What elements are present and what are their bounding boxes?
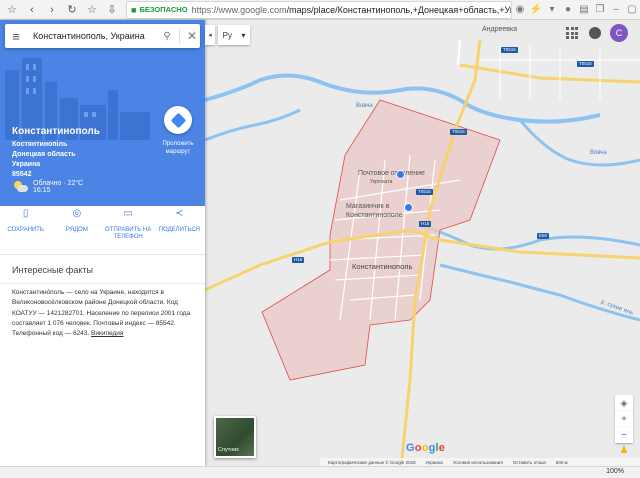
zoom-level[interactable]: 100% [606, 468, 624, 475]
bookmarks-icon[interactable]: ☆ [4, 2, 20, 18]
action-row: ▯ СОХРАНИТЬ ◎ РЯДОМ ▭ ОТПРАВИТЬ НА ТЕЛЕФ… [0, 208, 205, 255]
partly-cloudy-icon [12, 181, 28, 193]
scale-bar[interactable]: 500 м [556, 460, 568, 465]
zoom-out-button[interactable]: − [615, 427, 633, 443]
extension-icon[interactable]: ◉ [512, 4, 528, 15]
pegman-icon: ♟ [619, 444, 629, 456]
country-link[interactable]: Украина [426, 460, 443, 465]
share-icon: ≺ [175, 208, 184, 219]
star-icon[interactable]: ☆ [84, 2, 100, 18]
directions-icon [170, 112, 186, 128]
map-label-andreevka[interactable]: Андреевка [482, 26, 517, 33]
address-line: Украина [12, 161, 41, 168]
facts-heading: Интересные факты [12, 265, 93, 275]
search-input[interactable] [31, 30, 163, 42]
search-divider [179, 29, 180, 43]
local-time: 16:15 [33, 187, 51, 194]
browser-toolbar: ☆ ‹ › ↻ ☆ ⇩ ■ БЕЗОПАСНО https://www.goog… [0, 0, 640, 20]
sidebar-icon[interactable]: ▤ [576, 4, 592, 15]
lightning-icon[interactable]: ⚡ [528, 4, 544, 15]
search-box: ≡ ⚲ ✕ [5, 24, 200, 48]
map-label-shop-line2[interactable]: Константинополе [346, 212, 403, 219]
directions-button[interactable] [164, 106, 192, 134]
chevron-down-icon: ▾ [241, 30, 246, 40]
bookmark-icon: ▯ [22, 208, 29, 219]
place-title: Константинополь [12, 126, 100, 137]
language-label: Ру [222, 30, 232, 40]
search-icon[interactable]: ⚲ [159, 31, 175, 42]
minus-icon: − [621, 429, 627, 441]
address-bar[interactable]: ■ БЕЗОПАСНО https://www.google.com/maps/… [126, 0, 512, 19]
shop-pin[interactable] [404, 203, 413, 212]
map-footer: Картографические данные © Google 2018 Ук… [320, 458, 640, 466]
map-label-shop-line1[interactable]: Магазинчик в [346, 203, 389, 210]
map-label-village[interactable]: Константинополь [352, 262, 412, 271]
phone-icon: ▭ [123, 208, 133, 219]
facts-divider [0, 283, 205, 284]
map-label-river-vovcha: Вовча [356, 103, 373, 109]
save-label: СОХРАНИТЬ [7, 227, 44, 233]
tabs-icon[interactable]: ❐ [592, 4, 608, 15]
satellite-label: Спутник [218, 447, 239, 453]
share-button[interactable]: ≺ ПОДЕЛИТЬСЯ [154, 208, 205, 254]
send-to-phone-button[interactable]: ▭ ОТПРАВИТЬ НА ТЕЛЕФОН [103, 208, 154, 254]
url-text: https://www.google.com/maps/place/Конста… [191, 4, 512, 15]
weather-info: Облачно · 22°C 16:15 [12, 180, 83, 194]
adblock-icon[interactable]: ● [560, 4, 576, 15]
google-logo: Google [406, 442, 446, 454]
avatar[interactable]: С [610, 24, 628, 42]
zoom-in-button[interactable]: + [615, 411, 633, 427]
lock-icon: ■ [131, 4, 137, 15]
address-line: Донецкая область [12, 151, 76, 158]
weather-text: Облачно · 22°C [33, 180, 84, 187]
wikipedia-link[interactable]: Википедия [91, 330, 123, 337]
nearby-button[interactable]: ◎ РЯДОМ [51, 208, 102, 254]
map-label-post-sub: Укрпошта [370, 179, 393, 185]
road-badge: T0515 [577, 61, 594, 67]
terms-link[interactable]: Условия использования [453, 460, 503, 465]
nearby-icon: ◎ [72, 208, 82, 219]
directions-label[interactable]: Проложить маршрут [154, 140, 202, 156]
secure-label: БЕЗОПАСНО [139, 5, 188, 14]
maximize-icon[interactable]: ▢ [624, 4, 640, 15]
download-icon[interactable]: ⇩ [104, 2, 120, 18]
forward-icon[interactable]: › [44, 2, 60, 18]
share-label: ПОДЕЛИТЬСЯ [158, 227, 201, 233]
road-badge: T0515 [501, 47, 518, 53]
pegman-button[interactable]: ♟ [615, 443, 633, 457]
post-office-pin[interactable] [396, 170, 405, 179]
nearby-label: РЯДОМ [65, 227, 88, 233]
satellite-toggle[interactable]: Спутник [214, 416, 256, 458]
road-badge: T0515 [416, 189, 433, 195]
road-badge: T0515 [450, 129, 467, 135]
place-panel: Проложить маршрут Константинополь Костян… [0, 20, 205, 466]
apps-icon[interactable] [566, 27, 578, 39]
menu-icon[interactable]: ≡ [5, 29, 27, 44]
facts-text: Константино́поль — село на Украине, нахо… [12, 288, 196, 339]
menu-dropdown-icon[interactable]: ▾ [544, 4, 560, 15]
map-label-river-vovcha-right: Вовча [590, 150, 607, 156]
minimize-icon[interactable]: – [608, 4, 624, 15]
my-location-icon: ◈ [620, 397, 628, 408]
address-line: 85542 [12, 171, 32, 178]
my-location-button[interactable]: ◈ [615, 395, 633, 411]
road-badge: E50 [537, 233, 550, 239]
notifications-icon[interactable] [589, 27, 601, 39]
reload-icon[interactable]: ↻ [64, 2, 80, 18]
road-badge: H15 [292, 257, 305, 263]
save-button[interactable]: ▯ СОХРАНИТЬ [0, 208, 51, 254]
map-label-post-office[interactable]: Почтовое отделение [358, 170, 425, 177]
plus-icon: + [621, 413, 627, 425]
road-badge: H15 [419, 221, 432, 227]
browser-status-bar: 100% [0, 466, 640, 478]
map-data-credit: Картографические данные © Google 2018 [328, 459, 416, 465]
back-icon[interactable]: ‹ [24, 2, 40, 18]
send-to-phone-label: ОТПРАВИТЬ НА ТЕЛЕФОН [105, 227, 152, 240]
close-icon[interactable]: ✕ [184, 29, 200, 43]
place-address: Костянтинопіль Донецкая область Украина … [12, 140, 76, 180]
collapse-panel-button[interactable]: ◂ [205, 25, 215, 45]
feedback-link[interactable]: Оставить отзыв [513, 460, 546, 465]
address-line: Костянтинопіль [12, 141, 68, 148]
language-button[interactable]: Ру ▾ [218, 25, 250, 45]
